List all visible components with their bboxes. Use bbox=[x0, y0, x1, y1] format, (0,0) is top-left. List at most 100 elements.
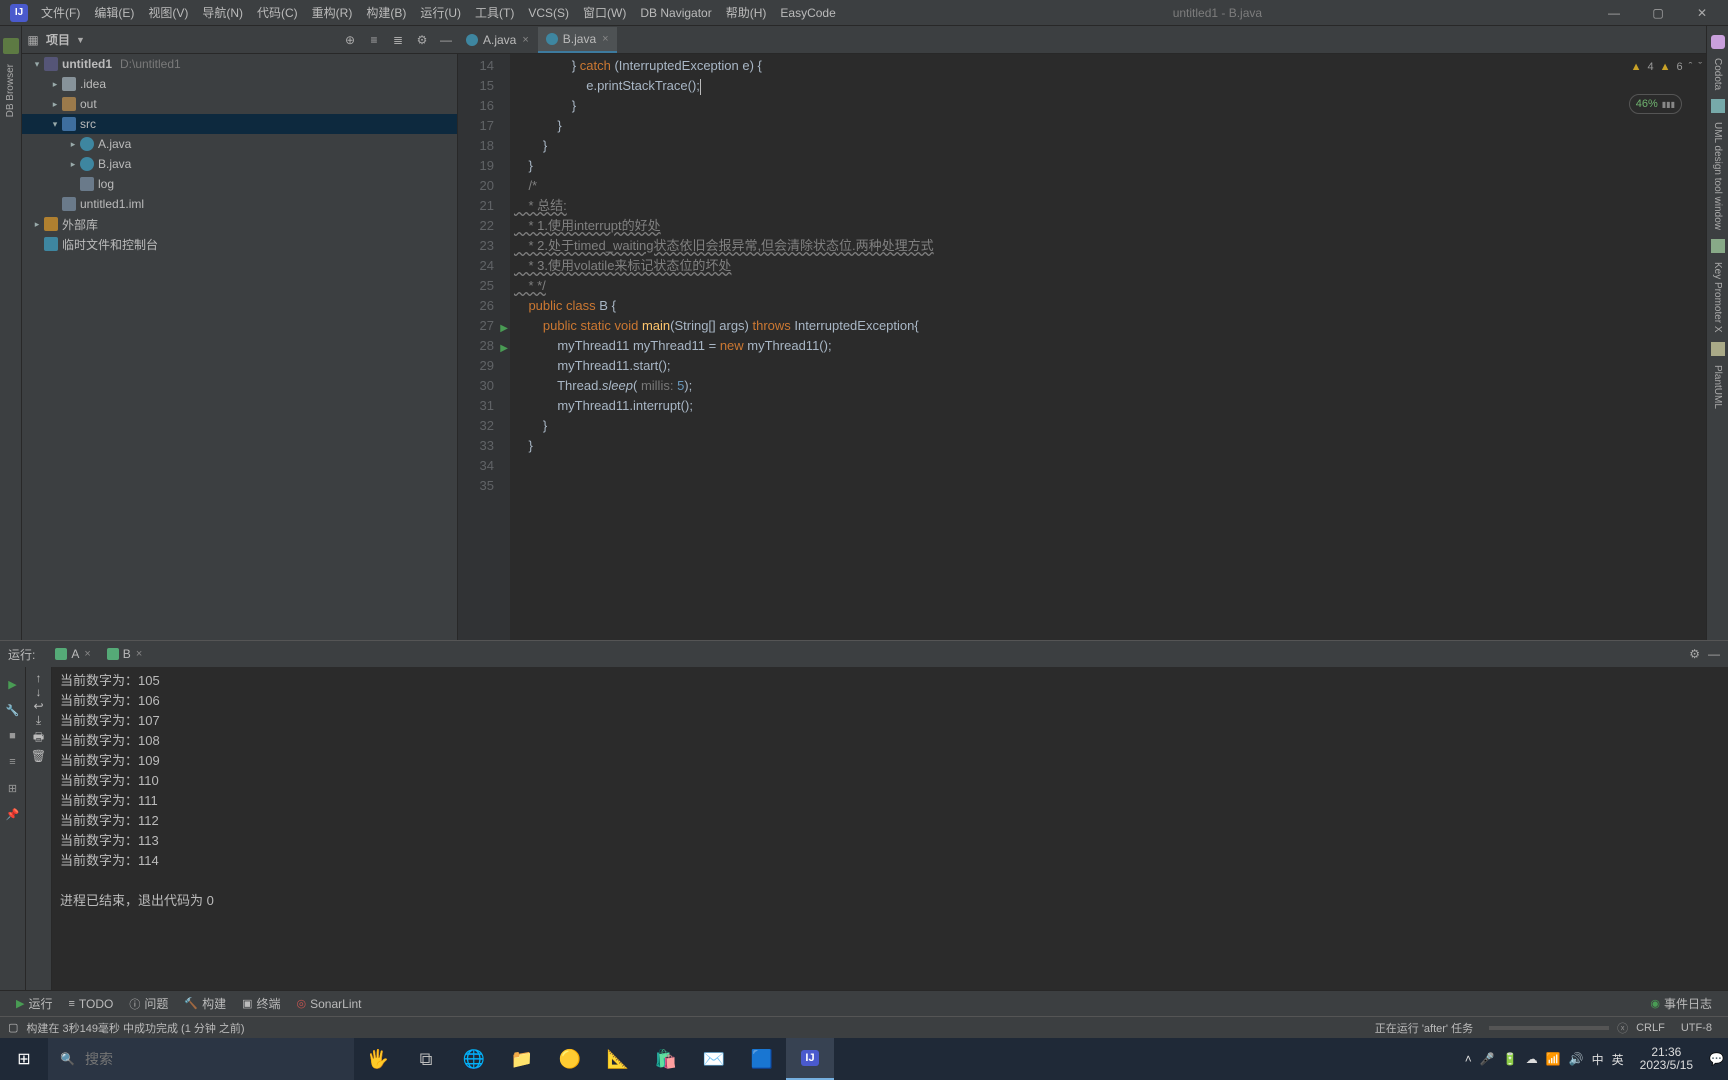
project-view-dropdown[interactable]: ▼ bbox=[76, 35, 85, 45]
settings-icon[interactable]: ⚙ bbox=[411, 29, 433, 51]
close-button[interactable]: ✕ bbox=[1680, 0, 1724, 26]
hide-panel-icon[interactable]: — bbox=[435, 29, 457, 51]
start-button[interactable]: ⊞ bbox=[0, 1038, 48, 1080]
bottom-build-tab[interactable]: 🔨构建 bbox=[176, 993, 234, 1015]
menu-vcs[interactable]: VCS(S) bbox=[521, 6, 576, 20]
menu-view[interactable]: 视图(V) bbox=[141, 4, 195, 21]
menu-tools[interactable]: 工具(T) bbox=[468, 4, 521, 21]
line-gutter[interactable]: 1415161718192021222324252627▶28▶29303132… bbox=[458, 54, 510, 640]
menu-help[interactable]: 帮助(H) bbox=[719, 4, 774, 21]
tray-chevron-icon[interactable]: ˄ bbox=[1465, 1052, 1472, 1066]
pin-icon[interactable]: 📌 bbox=[4, 805, 22, 823]
tray-mic-icon[interactable]: 🎤 bbox=[1480, 1052, 1495, 1066]
next-highlight-icon[interactable]: ˇ bbox=[1698, 61, 1702, 73]
taskbar-app-designer[interactable]: 📐 bbox=[594, 1038, 642, 1080]
taskbar-app-store[interactable]: 🛍️ bbox=[642, 1038, 690, 1080]
close-tab-icon[interactable]: × bbox=[84, 648, 90, 660]
stop-icon[interactable]: ■ bbox=[4, 727, 22, 745]
menu-refactor[interactable]: 重构(R) bbox=[305, 4, 360, 21]
up-icon[interactable]: ↑ bbox=[36, 671, 42, 685]
minimize-button[interactable]: — bbox=[1592, 0, 1636, 26]
project-view-icon[interactable]: ▦ bbox=[22, 33, 44, 47]
taskbar-app-wps[interactable]: 🟦 bbox=[738, 1038, 786, 1080]
progress-bar[interactable] bbox=[1489, 1026, 1609, 1030]
down-icon[interactable]: ↓ bbox=[36, 685, 42, 699]
line-sep[interactable]: CRLF bbox=[1636, 1022, 1665, 1034]
tree-src[interactable]: ▾src bbox=[22, 114, 457, 134]
tree-root[interactable]: ▾ untitled1 D:\untitled1 bbox=[22, 54, 457, 74]
db-browser-icon[interactable] bbox=[3, 38, 19, 54]
menu-file[interactable]: 文件(F) bbox=[34, 4, 87, 21]
menu-code[interactable]: 代码(C) bbox=[250, 4, 305, 21]
bottom-run-tab[interactable]: ▶运行 bbox=[8, 993, 60, 1015]
project-tree[interactable]: ▾ untitled1 D:\untitled1 ▸.idea ▸out ▾sr… bbox=[22, 54, 458, 640]
wrench-icon[interactable]: 🔧 bbox=[4, 701, 22, 719]
code-editor[interactable]: 1415161718192021222324252627▶28▶29303132… bbox=[458, 54, 1706, 640]
menu-dbnav[interactable]: DB Navigator bbox=[633, 6, 718, 20]
tree-temp[interactable]: 临时文件和控制台 bbox=[22, 234, 457, 254]
taskbar-app-explorer[interactable]: 📁 bbox=[498, 1038, 546, 1080]
taskbar-app-intellij[interactable]: IJ bbox=[786, 1038, 834, 1080]
tray-notifications-icon[interactable]: 💬 bbox=[1709, 1052, 1724, 1066]
keypx-tab[interactable]: Key Promoter X bbox=[1712, 256, 1723, 339]
menu-easycode[interactable]: EasyCode bbox=[773, 6, 842, 20]
menu-edit[interactable]: 编辑(E) bbox=[87, 4, 141, 21]
rerun-icon[interactable]: ▶ bbox=[4, 675, 22, 693]
run-output[interactable]: 当前数字为：105当前数字为：106当前数字为：107当前数字为：108当前数字… bbox=[52, 667, 1728, 990]
db-browser-tab[interactable]: DB Browser bbox=[5, 58, 16, 123]
uml-tab[interactable]: UML design tool window bbox=[1712, 116, 1723, 236]
bottom-problems-tab[interactable]: ⓘ问题 bbox=[121, 993, 176, 1015]
tab-a-java[interactable]: A.java× bbox=[458, 27, 537, 53]
scroll-end-icon[interactable]: ⤓ bbox=[36, 713, 41, 728]
codota-tab[interactable]: Codota bbox=[1712, 52, 1723, 96]
tab-b-java[interactable]: B.java× bbox=[538, 27, 617, 53]
taskbar-search-input[interactable] bbox=[85, 1051, 325, 1067]
hide-run-panel-icon[interactable]: — bbox=[1708, 647, 1720, 661]
locate-icon[interactable]: ⊕ bbox=[339, 29, 361, 51]
taskbar-clock[interactable]: 21:36 2023/5/15 bbox=[1632, 1046, 1701, 1072]
taskbar-app-edge[interactable]: 🌐 bbox=[450, 1038, 498, 1080]
layout-icon[interactable]: ⊞ bbox=[4, 779, 22, 797]
prev-highlight-icon[interactable]: ˆ bbox=[1689, 61, 1693, 73]
expand-all-icon[interactable]: ≡ bbox=[363, 29, 385, 51]
soft-wrap-icon[interactable]: ↩ bbox=[33, 699, 43, 713]
menu-navigate[interactable]: 导航(N) bbox=[195, 4, 250, 21]
tray-lang-icon[interactable]: 英 bbox=[1612, 1051, 1624, 1068]
menu-build[interactable]: 构建(B) bbox=[359, 4, 413, 21]
code-coverage-badge[interactable]: 46% ▮▮▮ bbox=[1629, 94, 1682, 114]
run-settings-icon[interactable]: ⚙ bbox=[1689, 647, 1700, 661]
keypx-icon[interactable] bbox=[1711, 239, 1725, 253]
stack-icon[interactable]: ≡ bbox=[4, 753, 22, 771]
tray-battery-icon[interactable]: 🔋 bbox=[1503, 1052, 1518, 1066]
plantuml-tab[interactable]: PlantUML bbox=[1712, 359, 1723, 415]
taskbar-app-mail[interactable]: ✉️ bbox=[690, 1038, 738, 1080]
status-running-task[interactable]: 正在运行 'after' 任务 bbox=[1375, 1020, 1473, 1036]
menu-window[interactable]: 窗口(W) bbox=[576, 4, 633, 21]
taskbar-app-hands[interactable]: 🖐️ bbox=[354, 1038, 402, 1080]
tree-idea[interactable]: ▸.idea bbox=[22, 74, 457, 94]
run-tab-a[interactable]: A× bbox=[47, 643, 98, 665]
plantuml-icon[interactable] bbox=[1711, 342, 1725, 356]
bottom-todo-tab[interactable]: ≡TODO bbox=[60, 993, 121, 1015]
tree-iml[interactable]: untitled1.iml bbox=[22, 194, 457, 214]
taskbar-app-chrome[interactable]: 🟡 bbox=[546, 1038, 594, 1080]
tree-a-java[interactable]: ▸A.java bbox=[22, 134, 457, 154]
close-tab-icon[interactable]: × bbox=[602, 33, 608, 45]
taskbar-search[interactable]: 🔍 bbox=[48, 1038, 354, 1080]
inspection-markers[interactable]: ▲4 ▲6 ˆ ˇ bbox=[1588, 54, 1706, 80]
tree-extlib[interactable]: ▸外部库 bbox=[22, 214, 457, 234]
tree-log[interactable]: log bbox=[22, 174, 457, 194]
close-tab-icon[interactable]: × bbox=[522, 34, 528, 46]
tray-onedrive-icon[interactable]: ☁ bbox=[1526, 1052, 1538, 1066]
tray-ime-icon[interactable]: 中 bbox=[1592, 1051, 1604, 1068]
tray-wifi-icon[interactable]: 📶 bbox=[1546, 1052, 1561, 1066]
clear-icon[interactable]: 🗑 bbox=[31, 749, 46, 763]
close-tab-icon[interactable]: × bbox=[136, 648, 142, 660]
maximize-button[interactable]: ▢ bbox=[1636, 0, 1680, 26]
uml-icon[interactable] bbox=[1711, 99, 1725, 113]
print-icon[interactable]: 🖶 bbox=[33, 728, 44, 749]
bottom-eventlog-tab[interactable]: ◉事件日志 bbox=[1642, 993, 1720, 1015]
bottom-terminal-tab[interactable]: ▣终端 bbox=[234, 993, 288, 1015]
menu-run[interactable]: 运行(U) bbox=[413, 4, 468, 21]
tray-volume-icon[interactable]: 🔊 bbox=[1569, 1052, 1584, 1066]
